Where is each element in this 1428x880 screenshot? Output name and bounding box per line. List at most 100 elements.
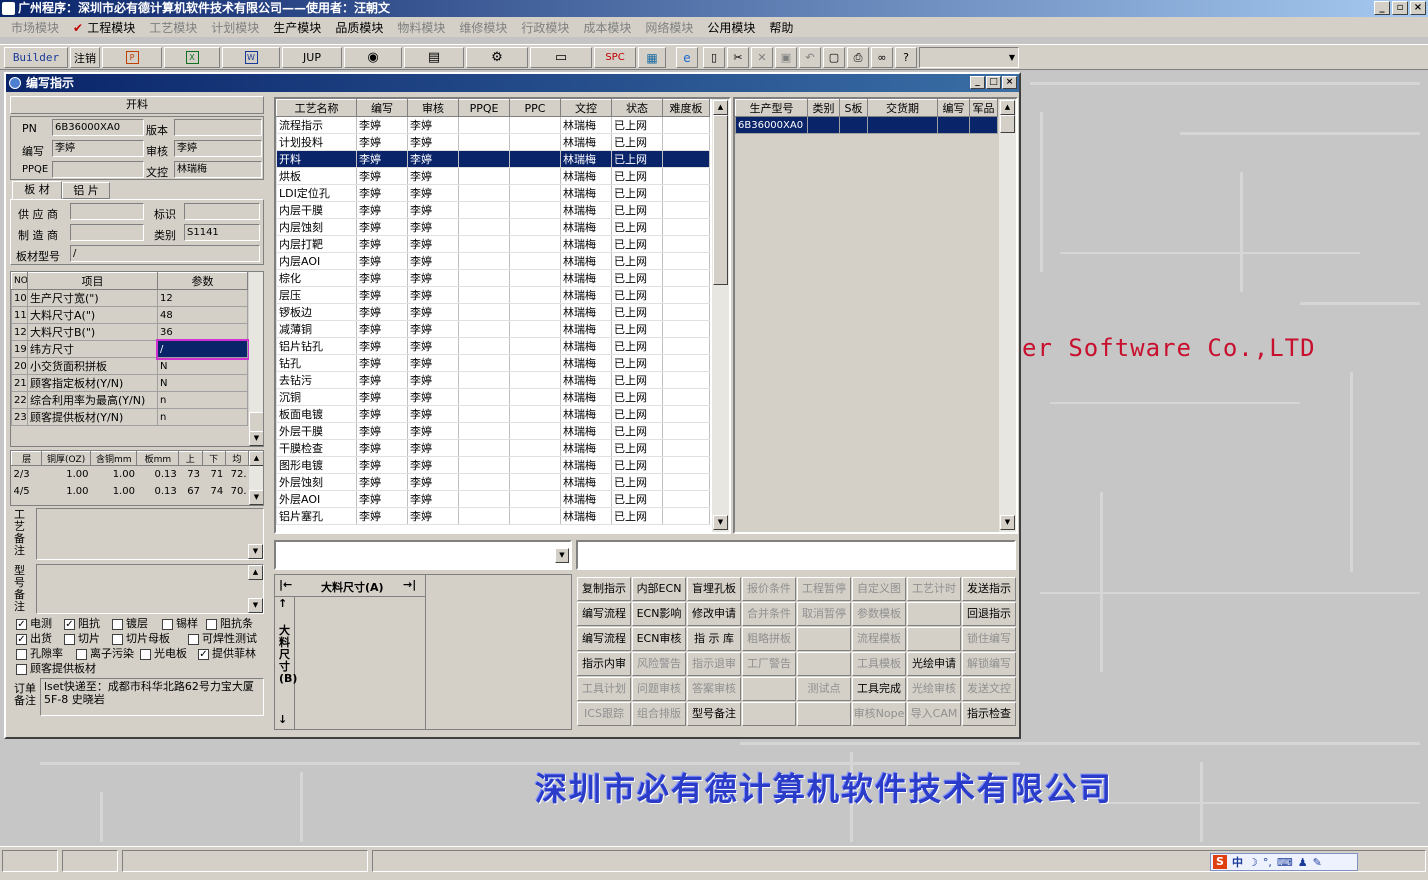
process-row[interactable]: 层压 李婷 李婷 林瑞梅 已上网 <box>276 286 710 304</box>
param-item[interactable]: 顾客提供板材(Y/N) <box>27 408 158 426</box>
process-row[interactable]: 图形电镀 李婷 李婷 林瑞梅 已上网 <box>276 456 710 474</box>
save-button[interactable]: ▣ <box>775 47 797 68</box>
process-col-header[interactable]: PPQE <box>458 99 510 117</box>
action-button[interactable]: 光绘审核 <box>907 677 961 701</box>
process-cell[interactable]: 已上网 <box>611 337 663 355</box>
model-scroll-down[interactable]: ▼ <box>1000 515 1015 530</box>
param-no[interactable]: 20 <box>11 357 28 375</box>
cut-button[interactable]: ✂ <box>727 47 749 68</box>
process-cell[interactable] <box>662 320 710 338</box>
process-cell[interactable]: 李婷 <box>356 405 408 423</box>
layer-cell[interactable]: 72. <box>225 466 248 483</box>
process-cell[interactable] <box>662 269 710 287</box>
action-button[interactable]: 粗略拼板 <box>742 627 796 651</box>
checkbox-option[interactable]: 镀层 <box>112 615 148 631</box>
process-cell[interactable]: 林瑞梅 <box>560 405 612 423</box>
restore-button[interactable]: ▫ <box>1392 1 1408 15</box>
process-cell[interactable] <box>662 456 710 474</box>
layer-cell[interactable]: 1.00 <box>42 483 91 500</box>
param-value[interactable]: 36 <box>157 323 248 341</box>
process-cell[interactable] <box>458 167 510 185</box>
checkbox-option[interactable]: 切片 <box>64 630 100 646</box>
model-col-header[interactable]: S板 <box>839 99 868 117</box>
moon-icon[interactable]: ☽ <box>1248 856 1258 869</box>
param-no[interactable]: 19 <box>11 340 28 358</box>
menu-item-5[interactable]: 品质模块 <box>328 19 390 36</box>
process-cell[interactable]: 已上网 <box>611 167 663 185</box>
process-cell[interactable]: 锣板边 <box>276 303 357 321</box>
process-cell[interactable]: 李婷 <box>407 201 459 219</box>
action-button[interactable]: ICS跟踪 <box>577 702 631 726</box>
process-cell[interactable] <box>458 252 510 270</box>
process-cell[interactable]: 已上网 <box>611 490 663 508</box>
process-cell[interactable]: 林瑞梅 <box>560 337 612 355</box>
process-cell[interactable]: 李婷 <box>407 354 459 372</box>
param-no[interactable]: 11 <box>11 306 28 324</box>
ime-mode[interactable]: 中 <box>1232 854 1243 870</box>
unchecked-box-icon[interactable] <box>64 633 75 645</box>
checkbox-option[interactable]: ✓ 阻抗 <box>64 615 100 631</box>
process-cell[interactable]: 层压 <box>276 286 357 304</box>
layer-cell[interactable]: 0.13 <box>137 466 179 483</box>
process-cell[interactable]: 已上网 <box>611 116 663 134</box>
action-button[interactable] <box>797 702 851 726</box>
process-cell[interactable]: 李婷 <box>356 320 408 338</box>
process-cell[interactable] <box>509 252 561 270</box>
param-row[interactable]: 10 生产尺寸宽(") 12 <box>11 289 248 307</box>
process-row[interactable]: 铝片钻孔 李婷 李婷 林瑞梅 已上网 <box>276 337 710 355</box>
action-button[interactable] <box>797 627 851 651</box>
process-cell[interactable]: 计划投料 <box>276 133 357 151</box>
process-cell[interactable]: 李婷 <box>356 337 408 355</box>
menu-item-12[interactable]: 帮助 <box>762 19 800 36</box>
process-cell[interactable]: 已上网 <box>611 235 663 253</box>
child-close-button[interactable]: × <box>1002 76 1017 89</box>
action-button[interactable]: 问题审核 <box>632 677 686 701</box>
process-cell[interactable] <box>662 218 710 236</box>
process-cell[interactable]: 李婷 <box>356 473 408 491</box>
param-row[interactable]: 21 顾客指定板材(Y/N) N <box>11 374 248 392</box>
process-cell[interactable]: 内层AOI <box>276 252 357 270</box>
process-row[interactable]: 外层AOI 李婷 李婷 林瑞梅 已上网 <box>276 490 710 508</box>
process-cell[interactable]: 干膜检查 <box>276 439 357 457</box>
craft-note-scroll-down[interactable]: ▼ <box>248 544 263 559</box>
param-value[interactable]: n <box>157 408 248 426</box>
param-item[interactable]: 小交货面积拼板 <box>27 357 158 375</box>
process-cell[interactable] <box>458 303 510 321</box>
process-cell[interactable]: 李婷 <box>407 235 459 253</box>
process-cell[interactable] <box>458 269 510 287</box>
model-row[interactable]: 6B36000XA0 <box>735 116 998 134</box>
child-maximize-button[interactable]: □ <box>986 76 1001 89</box>
action-button[interactable] <box>742 702 796 726</box>
layer-cell[interactable]: 1.00 <box>42 466 91 483</box>
layer-cell[interactable]: 4/5 <box>12 483 42 500</box>
process-cell[interactable] <box>509 269 561 287</box>
process-scroll-down[interactable]: ▼ <box>713 515 728 530</box>
process-cell[interactable] <box>662 167 710 185</box>
param-value[interactable]: 12 <box>157 289 248 307</box>
param-scroll-thumb[interactable] <box>249 412 263 432</box>
model-cell[interactable] <box>807 116 840 134</box>
wrench-icon[interactable]: ✎ <box>1313 856 1322 869</box>
process-cell[interactable]: 开料 <box>276 150 357 168</box>
param-item[interactable]: 纬方尺寸 <box>27 340 158 358</box>
process-row[interactable]: 计划投料 李婷 李婷 林瑞梅 已上网 <box>276 133 710 151</box>
process-col-header[interactable]: 审核 <box>407 99 459 117</box>
menu-item-1[interactable]: ✔ 工程模块 <box>66 19 142 36</box>
param-row[interactable]: 22 综合利用率为最高(Y/N) n <box>11 391 248 409</box>
process-cell[interactable] <box>509 405 561 423</box>
param-item[interactable]: 顾客指定板材(Y/N) <box>27 374 158 392</box>
process-cell[interactable] <box>509 371 561 389</box>
process-cell[interactable]: 李婷 <box>356 184 408 202</box>
jup-button[interactable]: JUP <box>282 47 342 68</box>
process-cell[interactable]: 林瑞梅 <box>560 507 612 525</box>
param-no[interactable]: 23 <box>11 408 28 426</box>
process-cell[interactable] <box>662 303 710 321</box>
process-cell[interactable] <box>662 405 710 423</box>
process-cell[interactable]: 李婷 <box>356 286 408 304</box>
checkbox-option[interactable]: ✓ 电测 <box>16 615 52 631</box>
process-cell[interactable]: 已上网 <box>611 507 663 525</box>
unchecked-box-icon[interactable] <box>188 633 199 645</box>
process-cell[interactable]: 林瑞梅 <box>560 286 612 304</box>
layer-cell[interactable]: 1.00 <box>90 483 136 500</box>
model-scroll-thumb[interactable] <box>1000 115 1015 133</box>
